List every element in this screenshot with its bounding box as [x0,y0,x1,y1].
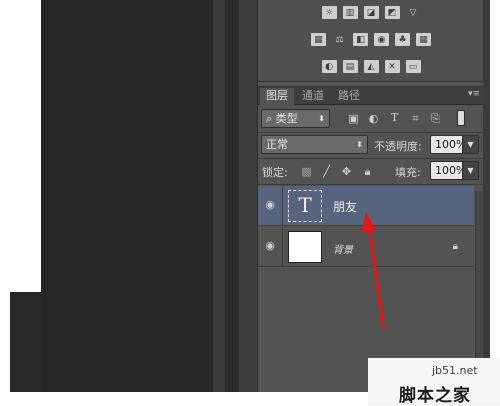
filter-type-icon[interactable]: T [389,112,400,123]
background-thumbnail[interactable] [288,231,322,263]
channel-mixer-icon[interactable]: ♣ [395,33,410,46]
filter-pixel-icon[interactable]: ▣ [348,113,359,124]
posterize-icon[interactable]: ▤ [342,60,358,73]
filter-kind-label: 类型 [275,112,298,125]
curves-icon[interactable]: ◪ [363,6,379,19]
layer-row-background[interactable]: ◉ 背景 🔒︎ [258,227,474,267]
panel-menu-icon[interactable]: ▾≡ [468,89,480,99]
fill-input[interactable]: 100% ▼ [430,161,479,180]
levels-icon[interactable]: ▥ [342,6,358,19]
eye-icon[interactable]: ◉ [264,240,276,252]
layers-panel: 图层 通道 路径 ▾≡ ⌕ 类型 ⬍ ▣ ◐ T ⌗ ⎘ 正常 ⬍ 不透明度: [258,86,484,393]
text-layer-thumbnail[interactable]: T [288,190,322,222]
gradient-map-icon[interactable]: ▭ [405,60,421,73]
selective-color-icon[interactable]: ✕ [384,60,400,73]
lock-image-brush-icon[interactable]: ╱ [321,166,332,177]
threshold-icon[interactable]: ◭ [363,60,379,73]
opacity-dropdown-button[interactable]: ▼ [462,135,479,154]
lock-label: 锁定: [262,166,288,179]
watermark-name: 脚本之家 [399,386,471,406]
lock-all-icon[interactable]: 🔒︎ [362,166,373,177]
opacity-input[interactable]: 100% ▼ [430,135,479,154]
layer-row-text[interactable]: ◉ T 朋友 [258,186,474,226]
search-icon: ⌕ [266,112,276,125]
tab-channels[interactable]: 通道 [296,88,330,105]
color-lookup-icon[interactable]: ▦ [416,33,431,46]
filter-smart-object-icon[interactable]: ⎘ [430,113,441,124]
filter-toggle-switch[interactable] [457,110,465,126]
blend-mode-select[interactable]: 正常 ⬍ [261,135,368,154]
layer-filter-row: ⌕ 类型 ⬍ ▣ ◐ T ⌗ ⎘ [258,109,484,131]
layer-name[interactable]: 背景 [333,241,353,256]
black-white-icon[interactable]: ◧ [353,33,368,46]
stepper-icon: ⬍ [356,140,363,149]
vibrance-icon[interactable]: ▦ [311,33,326,46]
brightness-contrast-icon[interactable]: ☼ [321,6,337,19]
filter-shape-icon[interactable]: ⌗ [410,113,421,124]
layer-name[interactable]: 朋友 [333,198,357,215]
workspace-background [41,0,213,392]
watermark-site: jb51.net [432,364,478,377]
type-t-icon: T [298,193,312,217]
invert-icon[interactable]: ◐ [321,60,337,73]
document-canvas[interactable] [10,0,41,292]
lock-transparent-icon[interactable]: ▩ [301,166,312,177]
collapsed-panel-strip[interactable] [239,0,257,392]
adjustments-panel: ☼ ▥ ◪ ◩ ▽ ▦ ⚖ ◧ ◉ ♣ ▦ ◐ ▤ ◭ ✕ ▭ [258,0,484,82]
tab-paths[interactable]: 路径 [332,88,366,105]
panel-gutter [225,0,239,392]
opacity-label: 不透明度: [374,140,422,153]
photo-filter-icon[interactable]: ◉ [374,33,389,46]
filter-kind-select[interactable]: ⌕ 类型 ⬍ [261,109,330,128]
lock-position-move-icon[interactable]: ✥ [341,166,352,177]
tab-layers[interactable]: 图层 [260,88,294,105]
color-balance-icon[interactable]: ⚖ [332,33,347,46]
right-panel-dock: ☼ ▥ ◪ ◩ ▽ ▦ ⚖ ◧ ◉ ♣ ▦ ◐ ▤ ◭ ✕ ▭ 图层 通道 路径… [257,0,484,393]
filter-adjustment-icon[interactable]: ◐ [368,113,379,124]
panel-divider[interactable] [213,0,225,392]
panel-tabs: 图层 通道 路径 ▾≡ [258,87,484,105]
eye-icon[interactable]: ◉ [264,199,276,211]
exposure-icon[interactable]: ◩ [384,6,400,19]
blend-mode-label: 正常 [266,138,288,151]
dock-edge [483,0,490,392]
fill-dropdown-button[interactable]: ▼ [462,161,479,180]
stepper-icon: ⬍ [318,114,325,123]
fill-label: 填充: [395,166,421,179]
gradient-triangle-icon[interactable]: ▽ [406,6,421,19]
lock-icon[interactable]: 🔒︎ [453,241,458,252]
lock-fill-row: 锁定: ▩ ╱ ✥ 🔒︎ 填充: 100% ▼ [258,161,484,183]
blend-opacity-row: 正常 ⬍ 不透明度: 100% ▼ [258,135,484,157]
